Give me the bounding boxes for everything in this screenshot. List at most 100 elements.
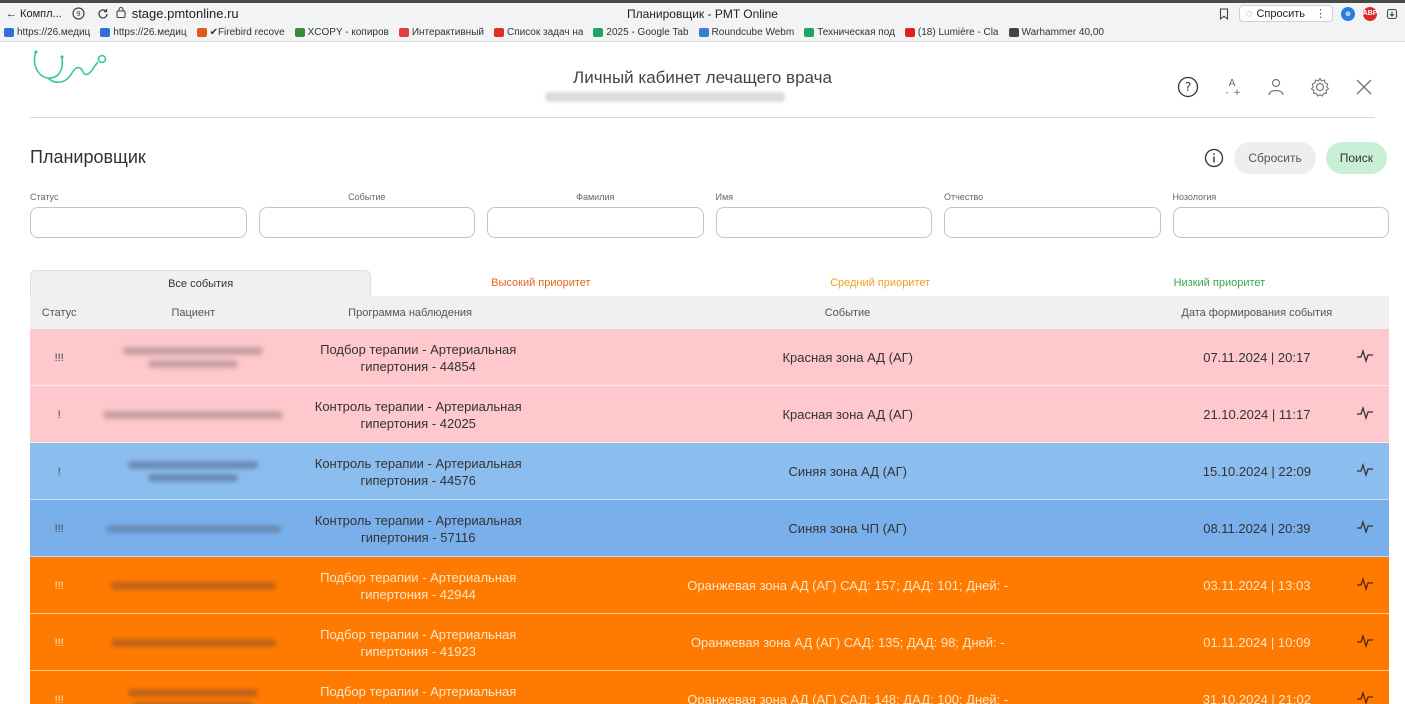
reload-icon[interactable] [96,7,110,21]
bookmark-favicon-icon [196,28,207,37]
adblock-icon[interactable]: ABP [1363,6,1377,21]
table-row[interactable]: !!! Контроль терапии - Артериальная гиперт… [30,500,1389,557]
event-cell: Красная зона АД (АГ) [782,350,913,365]
tab-high-priority[interactable]: Высокий приоритет [371,270,710,296]
downloads-icon[interactable] [1385,7,1399,21]
bookmark-item[interactable]: Warhammer 40,00 [1008,27,1104,38]
user-icon[interactable] [1265,76,1287,98]
bookmark-item[interactable]: 2025 - Google Tab [593,27,689,38]
header-program[interactable]: Программа наблюдения [298,307,522,319]
table-row[interactable]: !!! Подбор терапии - Артериальнаягипертон… [30,614,1389,671]
doctor-name-redacted [545,92,785,102]
bookmark-icon[interactable] [1217,7,1231,21]
search-button[interactable]: Поиск [1325,142,1387,174]
pulse-chart-icon[interactable] [1340,405,1389,423]
ask-button[interactable]: ◌ Спросить ⋮ [1238,5,1333,22]
svg-text:-: - [1225,88,1228,98]
date-cell: 01.11.2024 | 10:09 [1203,635,1311,650]
bookmark-item[interactable]: https://26.медиц [100,27,187,38]
bookmark-item[interactable]: (18) Lumière - Cla [904,27,999,38]
bookmark-label: Warhammer 40,00 [1021,27,1104,38]
redacted-text [110,581,276,590]
bookmark-label: https://26.медиц [113,27,187,38]
extension-icon[interactable]: ⊛ [1341,6,1355,21]
bookmark-item[interactable]: Интерактивный [398,27,484,38]
date-cell: 03.11.2024 | 13:03 [1203,578,1311,593]
filter-surname-input[interactable] [487,207,704,238]
bookmark-label: ✔Firebird recove [209,27,285,38]
filter-nosology-input[interactable] [1172,207,1389,238]
header-event[interactable]: Событие [522,307,1173,319]
filter-status-input[interactable] [30,207,247,238]
ask-icon: ◌ [1245,7,1253,20]
lock-icon [116,6,126,21]
patient-name-redacted[interactable] [88,410,298,419]
event-cell: Синяя зона АД (АГ) [788,464,907,479]
table-row[interactable]: ! Контроль терапии - Артериальная гипертон… [30,386,1389,443]
header-status[interactable]: Статус [30,307,88,319]
tab-low-priority[interactable]: Низкий приоритет [1050,270,1389,296]
filter-name-input[interactable] [715,207,932,238]
protect-icon[interactable]: 9 [72,7,86,21]
patient-name-redacted[interactable] [88,524,298,533]
bookmark-favicon-icon [294,28,305,37]
filters-row: Статус Событие Фамилия Имя Отчество Нозология [0,192,1405,270]
tab-medium-priority[interactable]: Средний приоритет [711,270,1050,296]
patient-name-redacted[interactable] [88,689,298,704]
bookmark-item[interactable]: Roundcube Webm [698,27,794,38]
table-row[interactable]: ! Контроль терапии - Артериальная гипертон… [30,443,1389,500]
pulse-chart-icon[interactable] [1340,576,1389,594]
bookmark-favicon-icon [1008,28,1019,37]
filter-patronymic: Отчество [944,192,1161,270]
pulse-chart-icon[interactable] [1340,633,1389,651]
bookmark-item[interactable]: Техническая под [804,27,895,38]
url-text: stage.pmtonline.ru [131,6,239,21]
filter-name: Имя [715,192,932,270]
patient-name-redacted[interactable] [88,461,298,482]
bookmark-item[interactable]: ✔Firebird recove [196,27,285,38]
filter-event-input[interactable] [258,207,475,238]
program-cell: Контроль терапии - Артериальная гипертони… [298,512,522,546]
pulse-chart-icon[interactable] [1340,348,1389,366]
patient-name-redacted[interactable] [88,638,298,647]
patient-name-redacted[interactable] [88,347,298,368]
back-button[interactable]: ← Компл... [6,8,62,20]
table-row[interactable]: !!! Подбор терапии - Артериальнаягипертон… [30,671,1389,704]
table-row[interactable]: !!! Подбор терапии - Артериальнаягипертон… [30,557,1389,614]
more-icon[interactable]: ⋮ [1315,7,1326,20]
redacted-text [123,347,264,355]
bookmark-favicon-icon [4,28,14,37]
event-cell: Оранжевая зона АД (АГ) САД: 148; ДАД: 10… [687,692,1009,704]
address-bar[interactable]: stage.pmtonline.ru [116,6,239,21]
program-line-2: гипертония - 42944 [360,586,476,602]
font-size-icon[interactable]: A - + [1221,76,1243,98]
pulse-chart-icon[interactable] [1340,690,1389,704]
reset-button[interactable]: Сбросить [1234,142,1316,174]
help-icon[interactable]: ? [1177,76,1199,98]
bookmark-favicon-icon [904,28,915,37]
header-date[interactable]: Дата формирования события [1173,307,1340,319]
program-line-1: Подбор терапии - Артериальная [320,683,517,699]
table-header: Статус Пациент Программа наблюдения Собы… [30,296,1389,329]
table-row[interactable]: !!! Подбор терапии - Артериальнаягипертон… [30,329,1389,386]
header-patient[interactable]: Пациент [88,307,298,319]
bookmark-favicon-icon [804,28,815,37]
program-line-2: гипертония - 42025 [360,415,476,431]
filter-patronymic-input[interactable] [944,207,1161,238]
bookmark-item[interactable]: XCOPY - копиров [294,27,389,38]
bookmark-item[interactable]: Список задач на [493,27,583,38]
status-cell: !!! [54,522,64,535]
filter-event-label: Событие [348,192,386,202]
patient-name-redacted[interactable] [88,581,298,590]
program-line-2: гипертония - 44352 [314,700,522,704]
pulse-chart-icon[interactable] [1340,519,1389,537]
settings-icon[interactable] [1309,76,1331,98]
bookmark-item[interactable]: https://26.медиц [4,27,90,38]
tab-all-events[interactable]: Все события [30,270,372,296]
page-title: Планировщик [30,147,146,167]
info-icon[interactable] [1204,148,1224,168]
status-cell: !!! [54,579,64,592]
browser-nav: ← Компл... 9 [6,7,110,21]
pulse-chart-icon[interactable] [1340,462,1389,480]
close-icon[interactable] [1353,76,1375,98]
